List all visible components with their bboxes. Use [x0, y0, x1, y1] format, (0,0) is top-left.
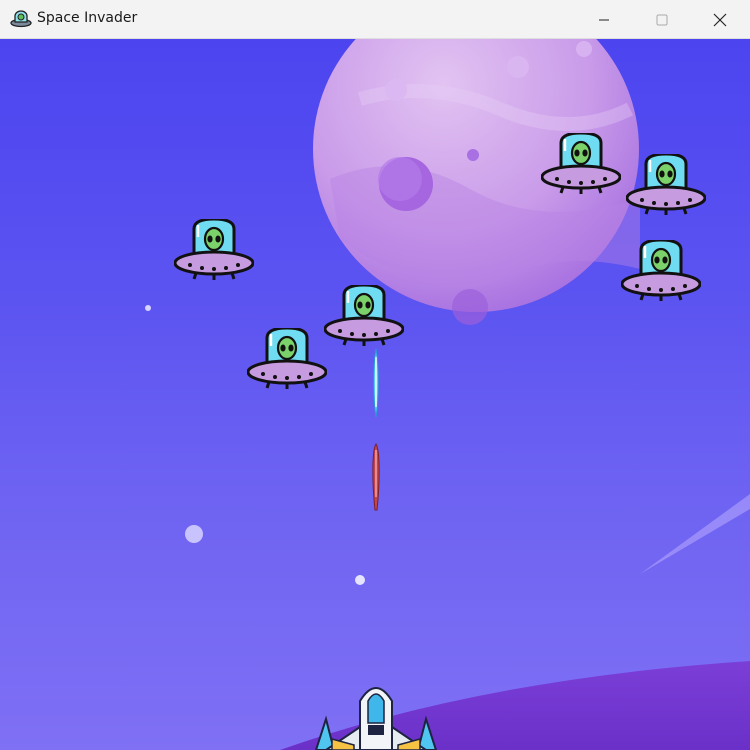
maximize-button[interactable]	[639, 0, 685, 39]
game-window: Space Invader	[0, 0, 750, 750]
blue-laser	[373, 348, 379, 418]
enemy-ufo	[174, 219, 254, 281]
alien-ufo-icon	[324, 285, 404, 347]
spaceship-icon	[314, 687, 438, 750]
star	[185, 525, 203, 543]
enemy-ufo	[541, 133, 621, 195]
window-title: Space Invader	[37, 10, 138, 26]
close-button[interactable]	[697, 0, 743, 39]
title-bar[interactable]: Space Invader	[0, 0, 750, 39]
alien-ufo-icon	[541, 133, 621, 195]
enemy-ufo	[324, 285, 404, 347]
shooting-star	[640, 494, 750, 574]
maximize-icon	[656, 14, 668, 25]
red-bullet	[372, 443, 380, 511]
minimize-icon	[599, 19, 609, 20]
enemy-ufo	[247, 328, 327, 390]
alien-ufo-icon	[10, 10, 32, 28]
alien-ufo-icon	[621, 240, 701, 302]
close-icon	[713, 13, 727, 26]
star	[355, 575, 365, 585]
game-canvas[interactable]	[0, 39, 750, 750]
alien-ufo-icon	[174, 219, 254, 281]
star	[145, 305, 151, 311]
alien-ufo-icon	[626, 154, 706, 216]
enemy-ufo	[626, 154, 706, 216]
alien-ufo-icon	[247, 328, 327, 390]
enemy-ufo	[621, 240, 701, 302]
minimize-button[interactable]	[581, 0, 627, 39]
